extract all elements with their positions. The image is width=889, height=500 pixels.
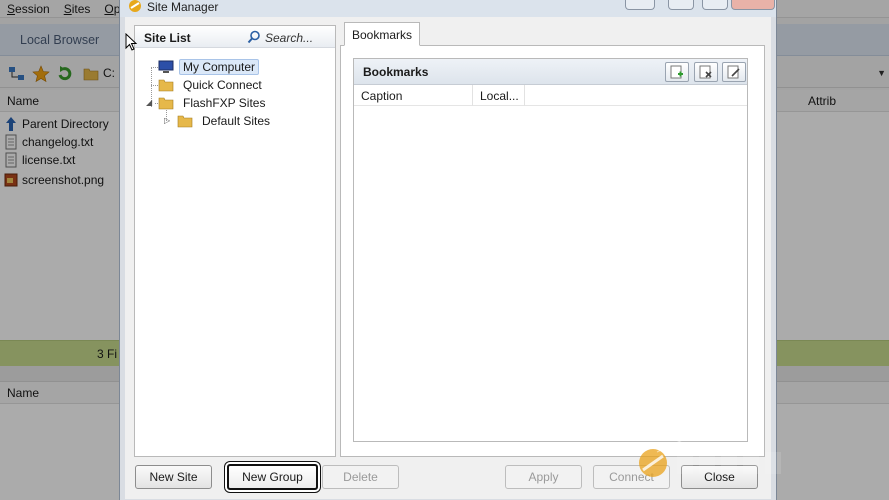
close-button[interactable]: Close [681, 465, 758, 489]
bookmarks-tab-body: Bookmarks Caption Local... [340, 45, 765, 457]
edit-bookmark-icon [727, 65, 740, 79]
refresh-icon[interactable] [56, 65, 74, 83]
tree-node-label: Quick Connect [183, 78, 262, 92]
add-bookmark-button[interactable] [665, 62, 689, 82]
list-item[interactable]: changelog.txt [4, 133, 93, 151]
search-icon[interactable] [247, 30, 261, 44]
site-list-panel: Site List My Computer [134, 25, 336, 457]
column-name[interactable]: Name [7, 94, 39, 108]
close-window-button[interactable] [731, 0, 775, 10]
text-file-icon [5, 134, 17, 150]
site-list-header: Site List [135, 26, 335, 48]
minimize-button[interactable] [668, 0, 694, 10]
column-attrib[interactable]: Attrib [808, 94, 836, 108]
new-site-button[interactable]: New Site [135, 465, 212, 489]
file-name: changelog.txt [22, 135, 94, 149]
flashfxp-logo-icon [129, 0, 141, 12]
list-item[interactable]: license.txt [4, 151, 75, 169]
dialog-title: Site Manager [147, 0, 219, 14]
maximize-button[interactable] [702, 0, 728, 10]
tree-node-default-sites[interactable]: Default Sites [177, 112, 274, 130]
dialog-client-area: Site List My Computer [125, 17, 771, 499]
parent-directory-icon [6, 117, 16, 131]
bookmarks-column-header: Caption Local... [354, 85, 747, 106]
tree-node-my-computer[interactable]: My Computer [158, 58, 260, 76]
favorites-star-icon[interactable] [32, 65, 50, 83]
delete-button[interactable]: Delete [322, 465, 399, 489]
delete-bookmark-button[interactable] [694, 62, 718, 82]
add-bookmark-icon [670, 65, 683, 79]
tab-local-browser[interactable]: Local Browser [6, 28, 113, 54]
path-field[interactable]: C: [103, 66, 115, 80]
tree-node-quick-connect[interactable]: Quick Connect [158, 76, 266, 94]
network-icon[interactable] [8, 65, 26, 83]
site-manager-dialog: Site Manager Site List Search... My Comp… [119, 0, 777, 500]
tree-node-flashfxp-sites[interactable]: FlashFXP Sites [158, 94, 269, 112]
folder-icon [158, 79, 174, 92]
edit-bookmark-button[interactable] [722, 62, 746, 82]
tree-node-label: Default Sites [202, 114, 271, 128]
bookmarks-header: Bookmarks [354, 59, 747, 85]
apply-button[interactable]: Apply [505, 465, 582, 489]
column-local[interactable]: Local... [473, 85, 525, 106]
dialog-titlebar[interactable]: Site Manager [120, 0, 776, 17]
chevron-down-icon[interactable]: ▼ [877, 68, 886, 78]
help-button[interactable] [625, 0, 655, 10]
bookmarks-panel: Bookmarks Caption Local... [353, 58, 748, 442]
delete-bookmark-icon [699, 65, 712, 79]
file-name: license.txt [22, 153, 76, 167]
list-item[interactable]: screenshot.png [4, 171, 104, 189]
site-search-input[interactable] [265, 29, 329, 46]
menu-sites[interactable]: Sites [57, 0, 98, 17]
tree-node-label: FlashFXP Sites [183, 96, 266, 110]
folder-icon [177, 115, 193, 128]
connect-button[interactable]: Connect [593, 465, 670, 489]
new-group-button[interactable]: New Group [227, 464, 318, 490]
mouse-cursor-icon [125, 33, 138, 51]
file-name: screenshot.png [22, 173, 105, 187]
column-caption[interactable]: Caption [354, 85, 473, 106]
list-item[interactable]: Parent Directory [4, 115, 109, 133]
status-text: 3 Fi [97, 347, 118, 361]
folder-icon [158, 97, 174, 110]
computer-icon [158, 60, 174, 73]
tree-node-label: My Computer [179, 59, 260, 75]
expand-arrow-icon[interactable]: ▷ [164, 116, 170, 125]
bookmarks-title: Bookmarks [363, 65, 429, 79]
file-name: Parent Directory [22, 117, 109, 131]
menu-session[interactable]: Session [0, 0, 57, 17]
text-file-icon [5, 152, 17, 168]
tab-bookmarks[interactable]: Bookmarks [344, 22, 421, 46]
site-list-title: Site List [144, 31, 191, 45]
collapse-arrow-icon[interactable]: ◢ [146, 98, 152, 107]
image-file-icon [4, 173, 18, 187]
column-name[interactable]: Name [7, 386, 39, 400]
drive-folder-icon [83, 68, 99, 81]
